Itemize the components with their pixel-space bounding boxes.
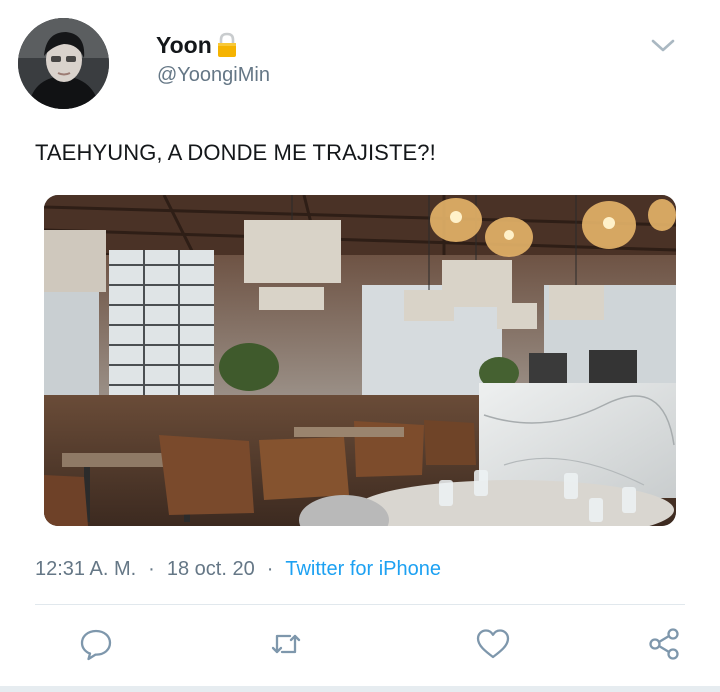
- reply-icon[interactable]: [76, 624, 116, 664]
- tweet-text: TAEHYUNG, A DONDE ME TRAJISTE?!: [35, 140, 436, 165]
- share-icon[interactable]: [644, 624, 684, 664]
- avatar[interactable]: [18, 18, 109, 109]
- display-name[interactable]: Yoon: [156, 32, 212, 59]
- tweet-media-image[interactable]: [44, 195, 676, 526]
- tweet-time: 12:31 A. M.: [35, 558, 137, 580]
- divider: [35, 604, 685, 605]
- display-name-row: Yoon: [156, 30, 238, 60]
- chevron-down-icon[interactable]: [650, 36, 676, 56]
- heart-icon[interactable]: [473, 624, 513, 664]
- bottom-edge: [0, 686, 720, 692]
- user-handle[interactable]: @YoongiMin: [157, 64, 270, 87]
- tweet-source-link[interactable]: Twitter for iPhone: [285, 558, 441, 581]
- meta-separator: ·: [148, 558, 155, 580]
- retweet-icon[interactable]: [266, 624, 306, 664]
- meta-separator: ·: [266, 558, 274, 580]
- lock-icon: [216, 32, 238, 58]
- tweet-meta: 12:31 A. M. · 18 oct. 20 · Twitter for i…: [35, 558, 441, 581]
- tweet-date: 18 oct. 20: [166, 558, 255, 580]
